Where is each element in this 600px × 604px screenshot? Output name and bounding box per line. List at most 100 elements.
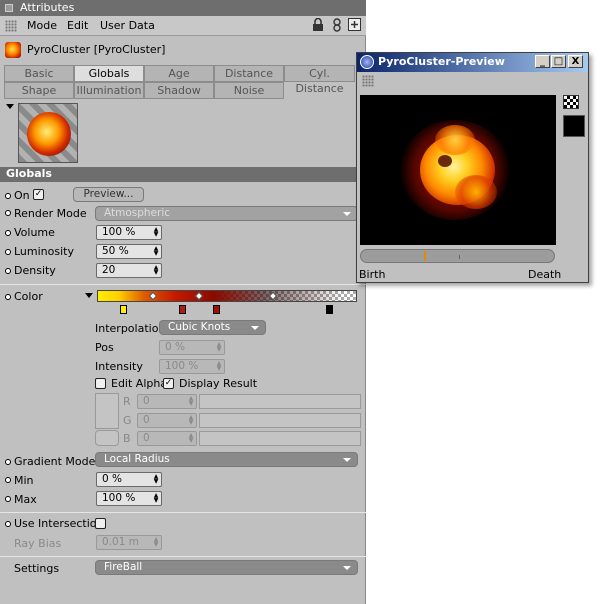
collapse-arrow-icon[interactable] — [6, 104, 14, 109]
r-field[interactable]: 0 ▲ ▼ — [137, 394, 197, 409]
spinner-icon[interactable]: ▲ ▼ — [216, 361, 222, 372]
volume-value: 100 % — [102, 226, 136, 238]
spinner-icon[interactable]: ▲ ▼ — [153, 227, 159, 238]
settings-label: Settings — [14, 562, 60, 575]
lock-icon[interactable] — [311, 17, 325, 33]
intensity-label: Intensity — [95, 360, 143, 373]
chevron-down-icon — [343, 458, 351, 462]
menu-edit[interactable]: Edit — [67, 19, 88, 32]
intensity-field[interactable]: 100 % ▲ ▼ — [159, 359, 225, 374]
close-button[interactable]: X — [568, 55, 583, 68]
chevron-down-icon — [343, 566, 351, 570]
age-timeline-slider[interactable] — [360, 249, 555, 263]
b-field[interactable]: 0 ▲ ▼ — [137, 431, 197, 446]
color-swatch[interactable] — [95, 393, 119, 429]
maximize-button[interactable]: □ — [551, 55, 566, 68]
g-slider[interactable] — [199, 413, 361, 428]
drag-handle-icon[interactable] — [5, 20, 17, 32]
menu-mode[interactable]: Mode — [27, 19, 57, 32]
param-bullet-icon[interactable] — [5, 268, 11, 274]
param-bullet-icon[interactable] — [5, 521, 11, 527]
preview-render-view — [360, 95, 556, 245]
expand-arrow-icon[interactable] — [85, 293, 93, 298]
pos-field[interactable]: 0 % ▲ ▼ — [159, 340, 225, 355]
alpha-toggle-icon[interactable] — [563, 95, 579, 109]
interpolation-dropdown[interactable]: Cubic Knots — [159, 320, 266, 335]
param-bullet-icon[interactable] — [5, 210, 11, 216]
param-bullet-icon[interactable] — [5, 459, 11, 465]
gradient-bias-handle[interactable] — [268, 291, 278, 301]
drag-handle-icon[interactable] — [362, 75, 374, 87]
app-icon — [360, 55, 374, 69]
gradient-bias-handle[interactable] — [148, 291, 158, 301]
on-checkbox[interactable]: ✓ — [33, 189, 44, 200]
link-icon[interactable] — [330, 18, 344, 33]
param-bullet-icon[interactable] — [5, 193, 11, 199]
g-field[interactable]: 0 ▲ ▼ — [137, 413, 197, 428]
spinner-icon[interactable]: ▲ ▼ — [153, 493, 159, 504]
param-bullet-icon[interactable] — [5, 496, 11, 502]
param-bullet-icon[interactable] — [5, 249, 11, 255]
menu-bar: Mode Edit User Data — [0, 16, 366, 36]
chevron-down-icon — [343, 212, 351, 216]
tab-globals[interactable]: Globals — [74, 65, 144, 82]
tab-age[interactable]: Age — [144, 65, 214, 82]
max-label: Max — [14, 493, 37, 506]
luminosity-value: 50 % — [102, 245, 129, 257]
param-bullet-icon[interactable] — [5, 477, 11, 483]
background-color-swatch[interactable] — [563, 115, 585, 137]
edit-alpha-checkbox[interactable] — [95, 378, 106, 389]
use-intersection-checkbox[interactable] — [95, 518, 106, 529]
spinner-icon[interactable]: ▲ ▼ — [153, 537, 159, 548]
tab-shape[interactable]: Shape — [4, 82, 74, 99]
settings-dropdown[interactable]: FireBall — [95, 560, 358, 575]
color-gradient-bar[interactable] — [97, 290, 357, 302]
tab-distance[interactable]: Distance — [214, 65, 284, 82]
param-bullet-icon[interactable] — [5, 230, 11, 236]
luminosity-field[interactable]: 50 % ▲ ▼ — [96, 244, 162, 259]
minimize-button[interactable]: _ — [535, 55, 550, 68]
manager-titlebar[interactable]: Attributes — [0, 0, 366, 16]
tab-noise[interactable]: Noise — [214, 82, 284, 99]
spinner-icon[interactable]: ▲ ▼ — [153, 246, 159, 257]
timeline-handle[interactable] — [424, 251, 426, 261]
new-window-icon[interactable] — [347, 18, 361, 33]
spinner-icon[interactable]: ▲ ▼ — [188, 396, 194, 407]
menu-user-data[interactable]: User Data — [100, 19, 155, 32]
min-field[interactable]: 0 % ▲ ▼ — [96, 472, 162, 487]
color-knot[interactable] — [120, 305, 127, 314]
r-slider[interactable] — [199, 394, 361, 409]
pyrocluster-icon — [5, 42, 21, 58]
tab-shadow[interactable]: Shadow — [144, 82, 214, 99]
interpolation-label: Interpolation — [95, 322, 166, 335]
b-slider[interactable] — [199, 431, 361, 446]
divider — [0, 512, 366, 513]
preview-button[interactable]: Preview... — [73, 187, 144, 202]
gradient-mode-dropdown[interactable]: Local Radius — [95, 452, 358, 467]
color-knot[interactable] — [326, 305, 333, 314]
spinner-icon[interactable]: ▲ ▼ — [153, 265, 159, 276]
spinner-icon[interactable]: ▲ ▼ — [216, 342, 222, 353]
ray-bias-field[interactable]: 0.01 m ▲ ▼ — [96, 535, 162, 550]
spinner-icon[interactable]: ▲ ▼ — [153, 474, 159, 485]
volume-field[interactable]: 100 % ▲ ▼ — [96, 225, 162, 240]
density-field[interactable]: 20 ▲ ▼ — [96, 263, 162, 278]
preview-titlebar[interactable]: PyroCluster-Preview _ □ X — [357, 53, 588, 72]
tab-cyl-distance[interactable]: Cyl. Distance — [284, 65, 355, 95]
max-field[interactable]: 100 % ▲ ▼ — [96, 491, 162, 506]
color-knot[interactable] — [213, 305, 220, 314]
material-thumbnail — [18, 103, 78, 163]
fire-preview-image — [27, 112, 71, 156]
gradient-bias-handle[interactable] — [194, 291, 204, 301]
panel-grip-icon[interactable] — [5, 4, 13, 12]
display-result-checkbox[interactable]: ✓ — [163, 378, 174, 389]
render-mode-dropdown[interactable]: Atmospheric — [95, 206, 358, 221]
spinner-icon[interactable]: ▲ ▼ — [188, 415, 194, 426]
param-bullet-icon[interactable] — [5, 294, 11, 300]
section-title: Globals — [6, 167, 52, 180]
color-knot[interactable] — [179, 305, 186, 314]
tab-basic[interactable]: Basic — [4, 65, 74, 82]
tab-illumination[interactable]: Illumination — [74, 82, 144, 99]
color-picker-button[interactable] — [95, 430, 119, 446]
spinner-icon[interactable]: ▲ ▼ — [188, 433, 194, 444]
